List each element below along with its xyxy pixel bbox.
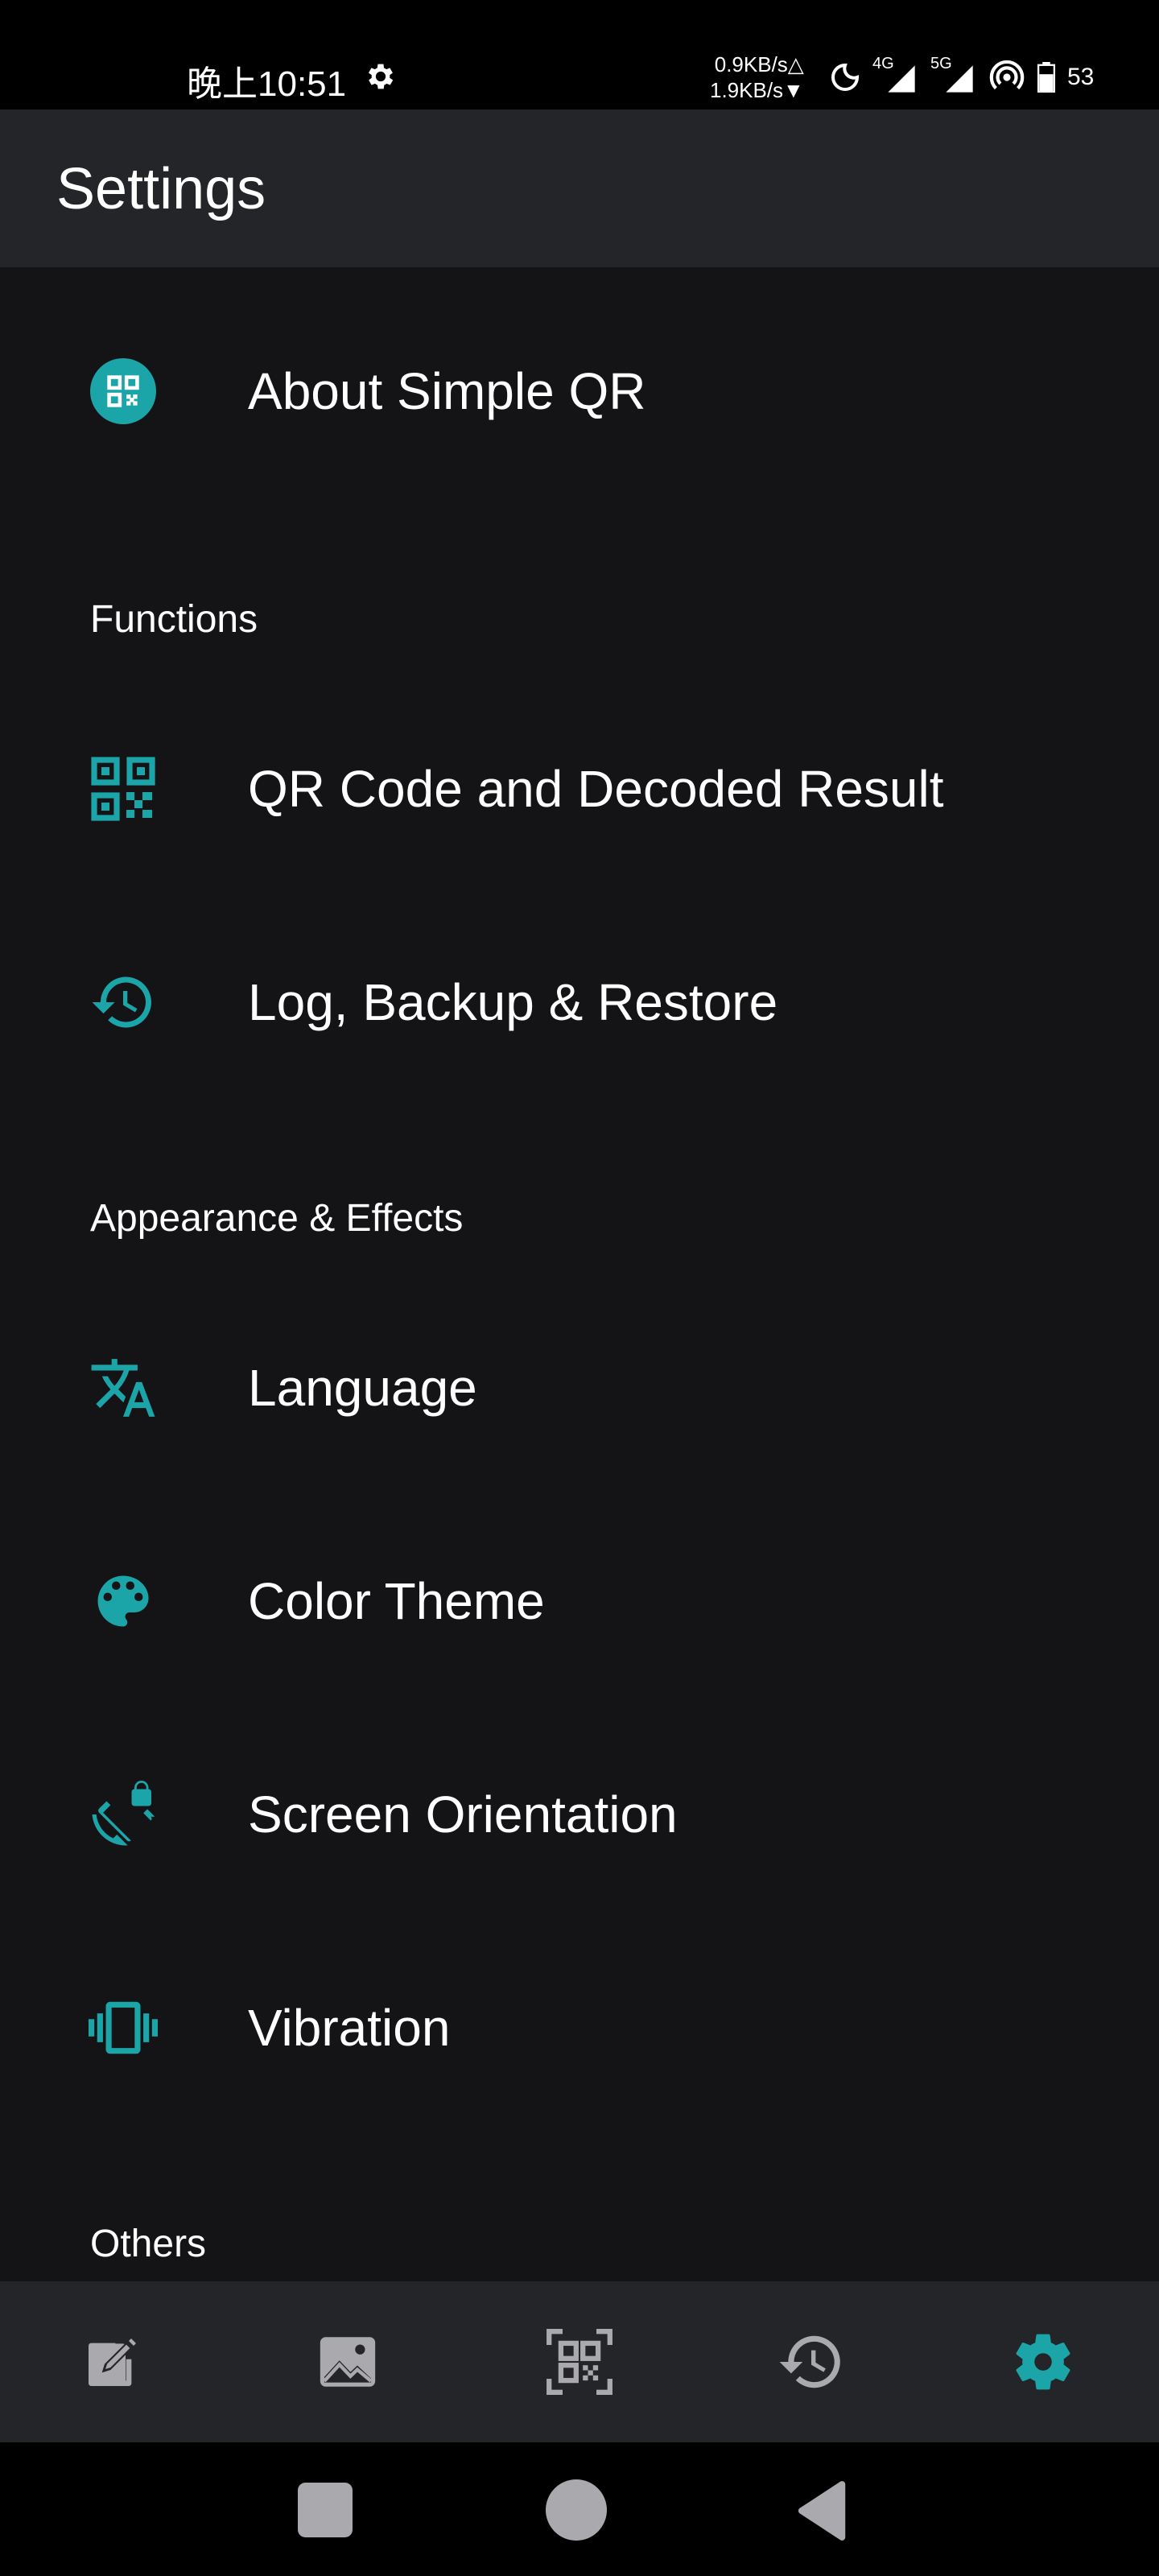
history-icon [779,2335,840,2388]
nav-scan[interactable] [534,2317,625,2407]
upload-speed: 0.9KB/s△ [714,52,804,76]
signal-4g-icon: 4G [872,55,919,95]
nav-generate[interactable] [68,2317,158,2407]
signal-5g-icon: 5G [930,55,977,95]
qr-code-result-label: QR Code and Decoded Result [248,760,944,818]
language-label: Language [248,1359,477,1417]
nav-history[interactable] [766,2317,856,2407]
battery-level: 53 [1067,64,1095,90]
qr-code-result-item[interactable]: QR Code and Decoded Result [0,700,1159,877]
home-circle-icon[interactable] [546,2479,607,2541]
system-navigation-bar [0,2442,1159,2576]
gear-icon [1016,2334,1070,2390]
settings-list: About Simple QR Functions QR Code and De… [0,267,1159,2281]
vibration-label: Vibration [248,1999,451,2057]
page-title: Settings [56,157,266,221]
app-bar: Settings [0,109,1159,267]
color-theme-item[interactable]: Color Theme [0,1513,1159,1690]
recents-square-icon[interactable] [298,2483,353,2537]
section-others: Others [90,2223,207,2265]
hotspot-icon [989,60,1025,90]
vibration-item[interactable]: Vibration [0,1939,1159,2116]
log-backup-label: Log, Backup & Restore [248,973,778,1031]
nav-image-scan[interactable] [303,2317,393,2407]
history-icon [84,963,163,1042]
edit-icon [89,2339,136,2386]
screen-orientation-item[interactable]: Screen Orientation [0,1726,1159,1903]
nav-settings[interactable] [998,2317,1088,2407]
screen-orientation-label: Screen Orientation [248,1785,678,1843]
vibration-icon [84,1988,163,2067]
color-theme-label: Color Theme [248,1572,545,1630]
qr-scan-icon [547,2329,612,2395]
image-icon [320,2337,376,2387]
status-icons: 4G 5G 53 [829,55,1095,98]
network-speed: 0.9KB/s△ 1.9KB/s▼ [710,52,804,103]
settings-status-icon [368,64,394,89]
palette-icon [84,1562,163,1641]
translate-icon [84,1348,163,1427]
battery-icon [1037,62,1056,93]
section-functions: Functions [90,598,258,641]
log-backup-item[interactable]: Log, Backup & Restore [0,914,1159,1091]
section-appearance: Appearance & Effects [90,1197,464,1240]
qr-code-icon [84,749,163,828]
about-label: About Simple QR [248,362,646,420]
qr-badge-icon [84,352,163,431]
bottom-navigation [0,2281,1159,2442]
do-not-disturb-moon-icon [831,63,860,91]
about-item[interactable]: About Simple QR [0,303,1159,480]
screen-rotation-lock-icon [84,1775,163,1854]
download-speed: 1.9KB/s▼ [710,78,804,102]
language-item[interactable]: Language [0,1299,1159,1476]
status-bar: 晚上10:51 0.9KB/s△ 1.9KB/s▼ 4G 5G 53 [0,0,1159,109]
status-time: 晚上10:51 [187,64,347,104]
back-triangle-icon[interactable] [795,2481,850,2541]
